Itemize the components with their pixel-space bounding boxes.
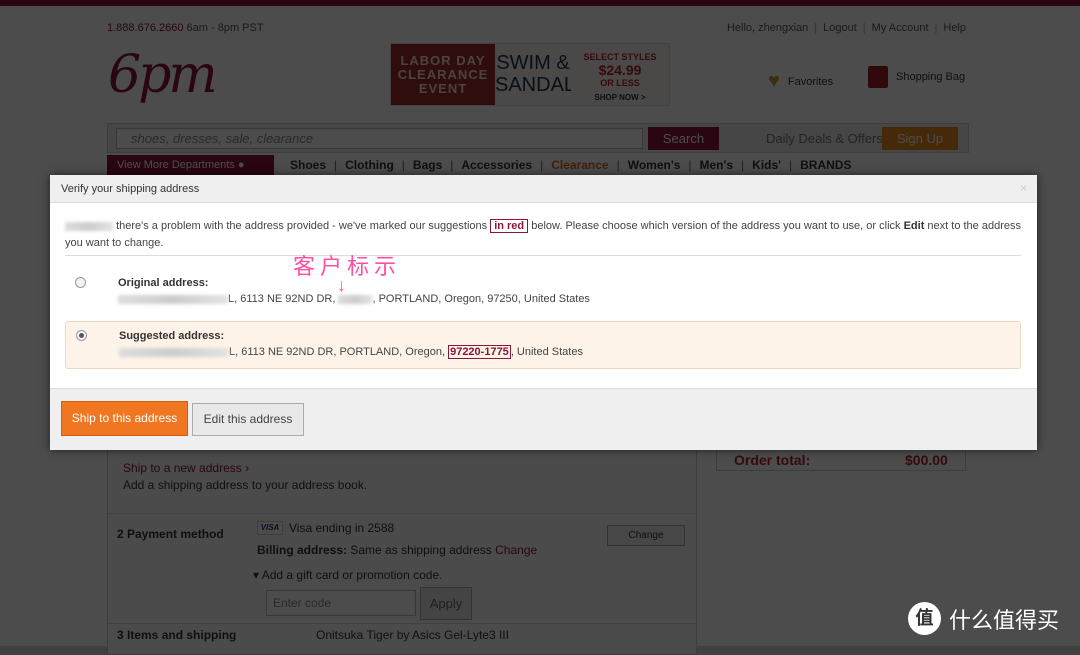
nav-clothing[interactable]: Clothing (345, 158, 394, 172)
verify-address-modal: Verify your shipping address × there's a… (50, 175, 1037, 450)
modal-footer: Ship to this address Edit this address (50, 388, 1037, 450)
visa-icon: VISA (257, 521, 283, 535)
deals-label: Daily Deals & Offers (766, 131, 883, 146)
watermark-logo-icon: 值 (908, 602, 941, 635)
heart-icon: ♥ (768, 70, 780, 92)
account-links: Hello, zhengxian | Logout | My Account | He… (726, 22, 966, 34)
logo[interactable]: 6pm (108, 45, 218, 105)
bag-icon (868, 66, 888, 88)
logout-link[interactable]: Logout (823, 22, 857, 34)
departments-button[interactable]: View More Departments ● (107, 155, 274, 175)
divider (65, 255, 1021, 256)
billing-address: Billing address: Same as shipping addres… (257, 543, 538, 557)
nav-shoes[interactable]: Shoes (290, 158, 326, 172)
nav-clearance[interactable]: Clearance (551, 158, 608, 172)
annotation-arrow-icon: ↓ (337, 275, 346, 295)
billing-change-link[interactable]: Change (495, 543, 537, 557)
promo-code-input[interactable]: Enter code (266, 590, 416, 616)
divider (108, 513, 696, 514)
change-payment-button[interactable]: Change (607, 525, 685, 546)
divider (108, 623, 696, 624)
order-total-value: $00.00 (905, 452, 948, 468)
top-bar (0, 0, 1080, 6)
item-name: Onitsuka Tiger by Asics Gel-Lyte3 III (316, 628, 509, 642)
add-ship-text: Add a shipping address to your address b… (123, 478, 368, 492)
nav-mens[interactable]: Men's (700, 158, 734, 172)
suggested-address-radio[interactable] (76, 330, 87, 341)
search-button[interactable]: Search (648, 127, 719, 150)
order-total-label: Order total: (734, 452, 811, 468)
original-address-radio[interactable] (75, 277, 86, 288)
nav-bags[interactable]: Bags (413, 158, 442, 172)
gift-card-toggle[interactable]: ▾ Add a gift card or promotion code. (253, 568, 442, 582)
modal-title: Verify your shipping address (50, 175, 1037, 203)
card-info: VISA Visa ending in 2588 (257, 521, 394, 535)
original-address-option[interactable]: Original address: L, 6113 NE 92ND DR, , … (65, 270, 1021, 314)
nav-kids[interactable]: Kids' (752, 158, 781, 172)
modal-message: there's a problem with the address provi… (65, 219, 1021, 249)
payment-method-label: 2 Payment method (117, 527, 224, 541)
shopping-bag-link[interactable]: Shopping Bag (868, 66, 965, 88)
nav-brands[interactable]: BRANDS (800, 158, 851, 172)
nav-womens[interactable]: Women's (628, 158, 681, 172)
annotation-text: 客户标示 (293, 254, 402, 279)
my-account-link[interactable]: My Account (872, 22, 929, 34)
ship-new-address-link[interactable]: Ship to a new address › (123, 461, 249, 475)
promo-banner[interactable]: LABOR DAY CLEARANCE EVENT SWIM & SANDALS SE… (390, 43, 670, 106)
main-nav: Shoes | Clothing | Bags | Accessories | Clea… (290, 158, 852, 172)
help-link[interactable]: Help (943, 22, 966, 34)
nav-accessories[interactable]: Accessories (461, 158, 532, 172)
apply-button[interactable]: Apply (420, 587, 472, 620)
ship-to-address-button[interactable]: Ship to this address (61, 401, 188, 436)
search-input[interactable]: shoes, dresses, sale, clearance (116, 128, 643, 149)
phone-info: 1.888.676.2660 6am - 8pm PST (107, 22, 264, 34)
watermark: 值什么值得买 (908, 602, 1059, 635)
sign-up-button[interactable]: Sign Up (882, 127, 958, 150)
edit-address-button[interactable]: Edit this address (192, 403, 304, 436)
favorites-link[interactable]: ♥ Favorites (768, 70, 833, 93)
suggested-address-option[interactable]: Suggested address: L, 6113 NE 92ND DR, P… (65, 321, 1021, 369)
greeting: Hello, zhengxian (726, 22, 809, 34)
close-icon[interactable]: × (1020, 181, 1027, 195)
items-label: 3 Items and shipping (117, 628, 237, 642)
